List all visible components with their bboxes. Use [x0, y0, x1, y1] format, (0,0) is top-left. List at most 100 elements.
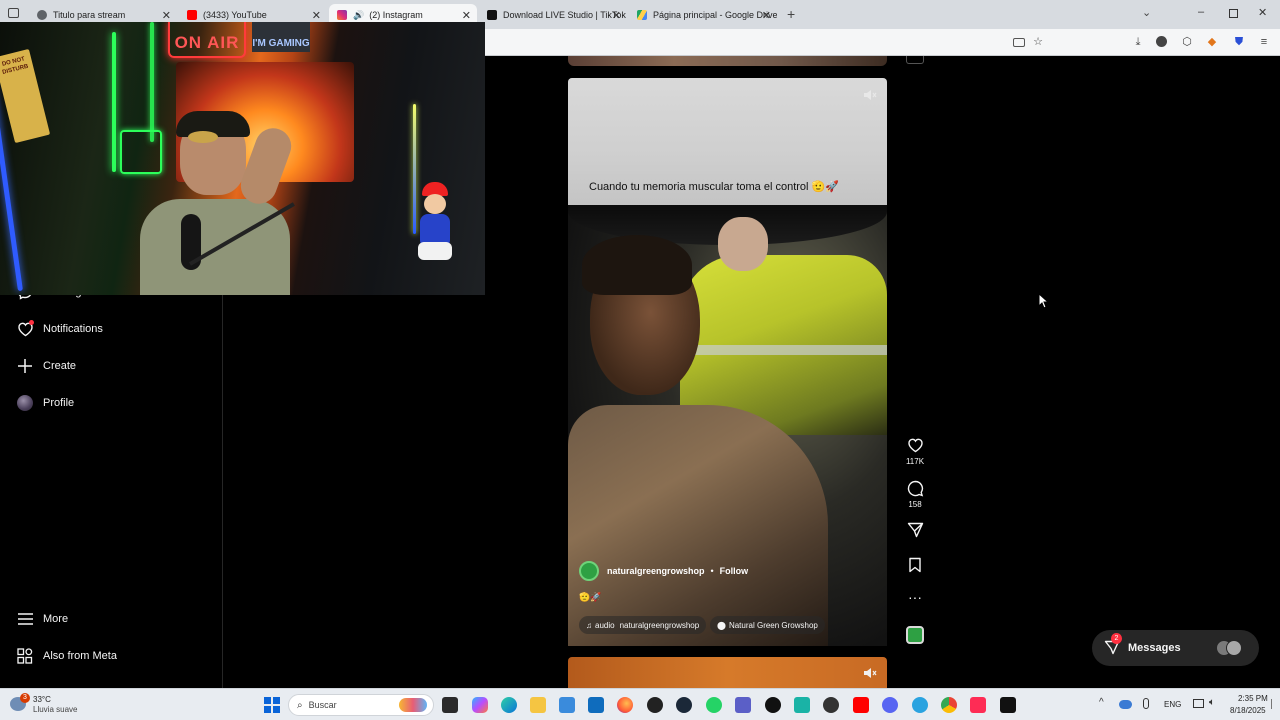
- mute-icon[interactable]: [863, 88, 877, 102]
- tab-list-chevron-icon[interactable]: ⌄: [1142, 6, 1151, 19]
- app-icon[interactable]: [794, 697, 810, 713]
- like-icon[interactable]: [905, 437, 925, 458]
- download-icon[interactable]: ⤓: [1132, 36, 1144, 48]
- audio-label: audio: [595, 620, 615, 630]
- steam-icon[interactable]: [676, 697, 692, 713]
- dnd-text: DO NOT DISTURB: [1, 56, 30, 76]
- tab-google-drive[interactable]: Página principal - Google Drive ✕: [629, 4, 777, 26]
- sidebar-item-label: Create: [43, 360, 77, 372]
- comment-icon[interactable]: [905, 480, 925, 502]
- scroll-top-icon[interactable]: [906, 56, 924, 64]
- reel-caption-band: Cuando tu memoria muscular toma el contr…: [568, 78, 887, 205]
- clock-time[interactable]: 2:35 PM: [1238, 694, 1268, 703]
- speaker-icon[interactable]: 🔊: [353, 10, 364, 21]
- firefox-icon[interactable]: [617, 697, 633, 713]
- taskbar-search[interactable]: ⌕ Buscar: [288, 694, 434, 716]
- new-tab-button[interactable]: +: [787, 6, 795, 22]
- tiktok-icon: [487, 10, 497, 20]
- previous-reel-bottom[interactable]: [568, 56, 887, 66]
- reel-emojis: 🫡🚀: [579, 592, 602, 602]
- volume-icon[interactable]: 🔈︎: [1209, 697, 1215, 708]
- minimize-icon[interactable]: –: [1198, 6, 1204, 18]
- close-icon[interactable]: ✕: [162, 9, 171, 22]
- close-icon[interactable]: ✕: [462, 9, 471, 22]
- extensions-icon[interactable]: ⬡: [1181, 36, 1193, 48]
- display-icon[interactable]: [1193, 699, 1204, 708]
- on-air-text: ON AIR: [174, 33, 240, 52]
- metamask-icon[interactable]: ◆: [1206, 36, 1218, 48]
- store-icon[interactable]: [559, 697, 575, 713]
- outlook-icon[interactable]: [588, 697, 604, 713]
- close-window-icon[interactable]: ✕: [1258, 6, 1267, 19]
- file-explorer-icon[interactable]: [530, 697, 546, 713]
- reel-video[interactable]: naturalgreengrowshop • Follow 🫡🚀 ♫ audio…: [568, 205, 887, 646]
- sidebar-item-also-from-meta[interactable]: Also from Meta: [16, 644, 117, 668]
- app-icon[interactable]: [823, 697, 839, 713]
- webcam-overlay: ON AIR I'M GAMING DO NOT DISTURB: [0, 22, 485, 295]
- reel-post[interactable]: Cuando tu memoria muscular toma el contr…: [568, 78, 887, 646]
- messenger-icon: 2: [1104, 633, 1122, 656]
- youtube-icon[interactable]: [853, 697, 869, 713]
- tab-tiktok[interactable]: Download LIVE Studio | TikTok ✕: [479, 4, 627, 26]
- author-username[interactable]: naturalgreengrowshop: [607, 566, 705, 576]
- location-pin-icon: ⬤: [717, 620, 726, 630]
- shield-extension-icon[interactable]: ⛊: [1233, 36, 1245, 48]
- share-icon[interactable]: [905, 522, 925, 543]
- menu-icon[interactable]: ≡: [1258, 36, 1270, 48]
- notification-center-icon[interactable]: [1271, 699, 1277, 709]
- microphone-icon[interactable]: [1143, 698, 1149, 709]
- more-options-icon[interactable]: ···: [905, 590, 925, 604]
- author-avatar[interactable]: [579, 561, 599, 581]
- bookmark-star-icon[interactable]: ☆: [1032, 36, 1044, 48]
- windows-start-icon[interactable]: [264, 697, 280, 713]
- whatsapp-icon[interactable]: [706, 697, 722, 713]
- discord-icon[interactable]: [882, 697, 898, 713]
- music-note-icon: ♫: [586, 620, 592, 630]
- google-drive-icon: [637, 10, 647, 20]
- do-not-disturb-sign: DO NOT DISTURB: [0, 48, 51, 144]
- weather-desc: Lluvia suave: [33, 705, 78, 714]
- sidebar-item-create[interactable]: Create: [16, 354, 76, 378]
- onedrive-icon[interactable]: [1119, 700, 1132, 709]
- media-icon[interactable]: [1013, 38, 1025, 47]
- app-icon[interactable]: [647, 697, 663, 713]
- messages-floating-button[interactable]: 2 Messages: [1092, 630, 1259, 666]
- sidebar-item-more[interactable]: More: [16, 607, 68, 631]
- telegram-icon[interactable]: [912, 697, 928, 713]
- mute-icon[interactable]: [863, 666, 877, 685]
- copilot-icon[interactable]: [472, 697, 488, 713]
- restore-icon[interactable]: [1229, 9, 1238, 18]
- sidebar-item-profile[interactable]: Profile: [16, 391, 74, 415]
- next-reel-preview[interactable]: [568, 657, 887, 688]
- task-view-icon[interactable]: [442, 697, 458, 713]
- tiktok-icon[interactable]: [765, 697, 781, 713]
- tab-overview-icon[interactable]: [8, 8, 19, 18]
- weather-badge: 3: [20, 693, 30, 703]
- reel-location-chip[interactable]: ⬤ Natural Green Growshop: [710, 616, 825, 634]
- clock-date[interactable]: 8/18/2025: [1230, 706, 1266, 715]
- follow-button[interactable]: Follow: [720, 566, 749, 576]
- close-icon[interactable]: ✕: [762, 9, 771, 22]
- reel-audio-chip[interactable]: ♫ audio naturalgreengrowshop: [579, 616, 707, 634]
- teams-icon[interactable]: [735, 697, 751, 713]
- close-icon[interactable]: ✕: [312, 9, 321, 22]
- tray-chevron-icon[interactable]: ^: [1099, 697, 1104, 708]
- tab-label: Titulo para stream: [53, 10, 126, 20]
- instagram-icon: [337, 10, 347, 20]
- capcut-icon[interactable]: [1000, 697, 1016, 713]
- chrome-icon[interactable]: [941, 697, 957, 713]
- browser-tab-favicon: [37, 10, 47, 20]
- gaming-text: I'M GAMING: [252, 38, 310, 49]
- youtube-icon: [187, 10, 197, 20]
- neon-strip-yellow: [413, 104, 416, 234]
- edge-icon[interactable]: [501, 697, 517, 713]
- audio-thumbnail[interactable]: [906, 626, 924, 644]
- close-icon[interactable]: ✕: [612, 9, 621, 22]
- sidebar-item-notifications[interactable]: Notifications: [16, 317, 103, 341]
- account-icon[interactable]: [1156, 36, 1167, 47]
- weather-widget[interactable]: 3 33°C Lluvia suave: [10, 693, 100, 717]
- language-indicator[interactable]: ENG: [1164, 700, 1181, 709]
- search-placeholder: Buscar: [308, 700, 337, 710]
- save-icon[interactable]: [905, 557, 925, 578]
- tiktok-live-icon[interactable]: [970, 697, 986, 713]
